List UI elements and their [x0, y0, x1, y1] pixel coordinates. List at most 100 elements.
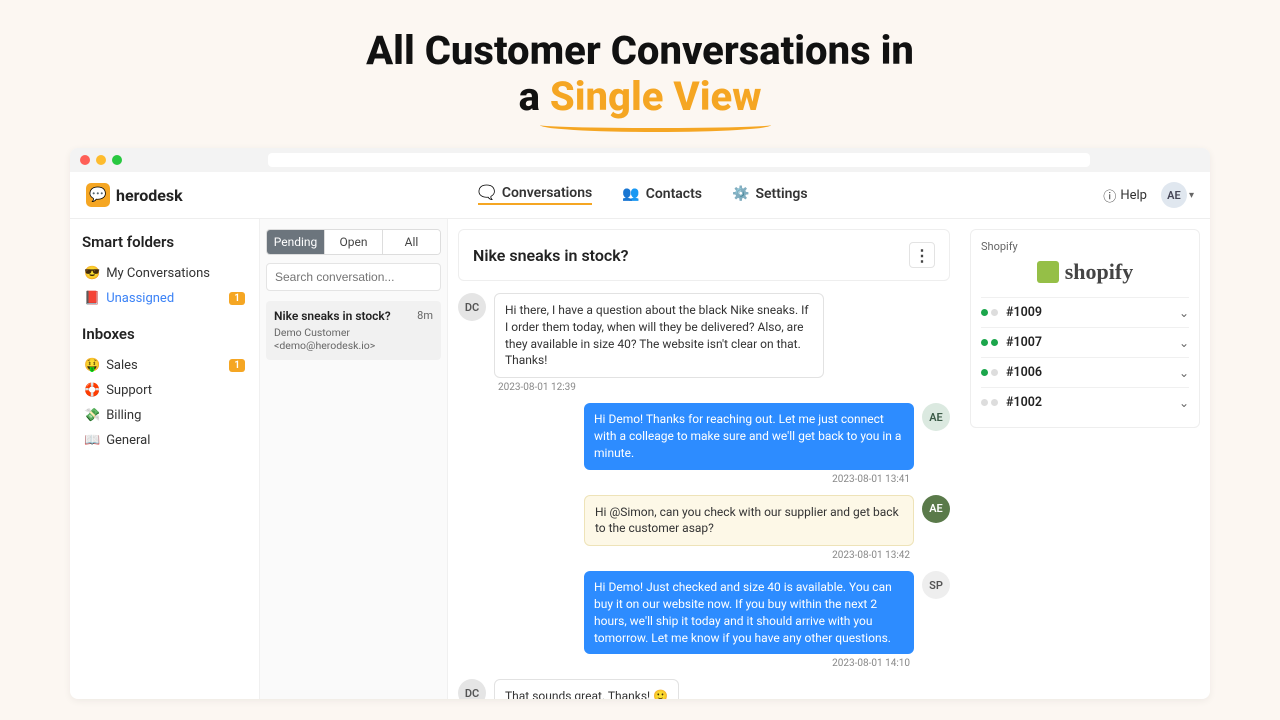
count-badge: 1: [229, 359, 245, 372]
status-dots: [981, 369, 998, 376]
sidebar-item-my-conversations[interactable]: 😎 My Conversations: [82, 261, 247, 286]
order-row[interactable]: #1009 ⌄: [981, 297, 1189, 327]
help-link[interactable]: ⓘ Help: [1103, 186, 1147, 205]
avatar: AE: [1161, 182, 1187, 208]
browser-window: 💬 herodesk 🗨️ Conversations 👥 Contacts ⚙…: [70, 148, 1210, 699]
message-incoming: DC That sounds great. Thanks! 🙂: [458, 679, 950, 699]
card-from: Demo Customer <demo@herodesk.io>: [274, 326, 433, 352]
avatar: DC: [458, 293, 486, 321]
chat-icon: 💬: [86, 183, 110, 207]
status-dots: [981, 339, 998, 346]
tab-pending[interactable]: Pending: [267, 230, 324, 254]
main-nav: 🗨️ Conversations 👥 Contacts ⚙️ Settings: [478, 185, 807, 205]
brand-logo[interactable]: 💬 herodesk: [86, 183, 183, 207]
avatar: SP: [922, 571, 950, 599]
hero-highlight: Single View: [550, 74, 762, 120]
avatar: AE: [922, 403, 950, 431]
browser-chrome: [70, 148, 1210, 172]
sidebar-item-label: My Conversations: [106, 266, 210, 281]
timestamp: 2023-08-01 13:42: [458, 550, 910, 561]
timestamp: 2023-08-01 13:41: [458, 474, 910, 485]
integrations-panel: Shopify shopify #1009 ⌄ #1007 ⌄ #: [960, 219, 1210, 699]
thread-pane: Nike sneaks in stock? ⋮ DC Hi there, I h…: [448, 219, 960, 699]
order-id: #1007: [1006, 335, 1042, 350]
sidebar-item-unassigned[interactable]: 📕 Unassigned 1: [82, 286, 247, 311]
message-bubble: Hi @Simon, can you check with our suppli…: [584, 495, 914, 547]
help-circle-icon: ⓘ: [1103, 186, 1116, 205]
shopify-card: Shopify shopify #1009 ⌄ #1007 ⌄ #: [970, 229, 1200, 428]
more-menu-button[interactable]: ⋮: [909, 242, 935, 268]
chat-bubbles-icon: 🗨️: [478, 185, 495, 201]
sidebar-item-billing[interactable]: 💸 Billing: [82, 403, 247, 428]
chevron-down-icon: ⌄: [1179, 306, 1189, 320]
window-max-dot[interactable]: [112, 155, 122, 165]
nav-conversations[interactable]: 🗨️ Conversations: [478, 185, 592, 205]
nav-settings[interactable]: ⚙️ Settings: [732, 185, 808, 205]
shopify-label: Shopify: [981, 240, 1189, 253]
card-subject: Nike sneaks in stock?: [274, 309, 391, 323]
sidebar-item-label: Billing: [106, 408, 141, 423]
cool-face-icon: 😎: [84, 266, 100, 281]
message-note: Hi @Simon, can you check with our suppli…: [458, 495, 950, 547]
sidebar-item-label: Unassigned: [106, 291, 174, 306]
card-time: 8m: [417, 309, 433, 323]
count-badge: 1: [229, 292, 245, 305]
thread-header: Nike sneaks in stock? ⋮: [458, 229, 950, 281]
people-icon: 👥: [622, 186, 639, 202]
chevron-down-icon: ▾: [1189, 190, 1194, 201]
sidebar-item-general[interactable]: 📖 General: [82, 428, 247, 453]
hero-line2: a Single View: [0, 74, 1280, 120]
conversation-card[interactable]: Nike sneaks in stock? 8m Demo Customer <…: [266, 301, 441, 360]
message-bubble: Hi Demo! Just checked and size 40 is ava…: [584, 571, 914, 654]
hero-line1: All Customer Conversations in: [0, 28, 1280, 74]
window-close-dot[interactable]: [80, 155, 90, 165]
lifebuoy-icon: 🛟: [84, 383, 100, 398]
brand-name: herodesk: [116, 186, 183, 205]
hero-title: All Customer Conversations in a Single V…: [0, 0, 1280, 120]
inboxes-heading: Inboxes: [82, 325, 247, 343]
tab-all[interactable]: All: [382, 230, 440, 254]
window-min-dot[interactable]: [96, 155, 106, 165]
message-bubble: That sounds great. Thanks! 🙂: [494, 679, 679, 699]
nav-contacts[interactable]: 👥 Contacts: [622, 185, 702, 205]
order-row[interactable]: #1006 ⌄: [981, 357, 1189, 387]
user-menu[interactable]: AE ▾: [1161, 182, 1194, 208]
order-id: #1002: [1006, 395, 1042, 410]
sidebar: Smart folders 😎 My Conversations 📕 Unass…: [70, 219, 260, 699]
gear-icon: ⚙️: [732, 186, 749, 202]
money-icon: 💸: [84, 408, 100, 423]
topbar-right: ⓘ Help AE ▾: [1103, 182, 1194, 208]
avatar: AE: [922, 495, 950, 523]
status-tabs: Pending Open All: [266, 229, 441, 255]
timestamp: 2023-08-01 12:39: [498, 382, 950, 393]
more-vertical-icon: ⋮: [914, 246, 930, 265]
chevron-down-icon: ⌄: [1179, 396, 1189, 410]
url-bar[interactable]: [268, 153, 1090, 167]
shopify-logo: shopify: [981, 259, 1189, 285]
order-row[interactable]: #1002 ⌄: [981, 387, 1189, 417]
status-dots: [981, 399, 998, 406]
chevron-down-icon: ⌄: [1179, 366, 1189, 380]
book-icon: 📕: [84, 291, 100, 306]
message-bubble: Hi Demo! Thanks for reaching out. Let me…: [584, 403, 914, 469]
chevron-down-icon: ⌄: [1179, 336, 1189, 350]
sidebar-item-label: Support: [106, 383, 152, 398]
notebook-icon: 📖: [84, 433, 100, 448]
status-dots: [981, 309, 998, 316]
message-outgoing: Hi Demo! Thanks for reaching out. Let me…: [458, 403, 950, 469]
avatar: DC: [458, 679, 486, 699]
order-id: #1006: [1006, 365, 1042, 380]
message-outgoing: Hi Demo! Just checked and size 40 is ava…: [458, 571, 950, 654]
search-input[interactable]: [266, 263, 441, 291]
sidebar-item-support[interactable]: 🛟 Support: [82, 378, 247, 403]
money-face-icon: 🤑: [84, 358, 100, 373]
sidebar-item-label: General: [106, 433, 150, 448]
smart-folders-heading: Smart folders: [82, 233, 247, 251]
tab-open[interactable]: Open: [324, 230, 382, 254]
thread-title: Nike sneaks in stock?: [473, 246, 629, 265]
order-row[interactable]: #1007 ⌄: [981, 327, 1189, 357]
topbar: 💬 herodesk 🗨️ Conversations 👥 Contacts ⚙…: [70, 172, 1210, 219]
shopify-bag-icon: [1037, 261, 1059, 283]
sidebar-item-sales[interactable]: 🤑 Sales 1: [82, 353, 247, 378]
sidebar-item-label: Sales: [106, 358, 138, 373]
